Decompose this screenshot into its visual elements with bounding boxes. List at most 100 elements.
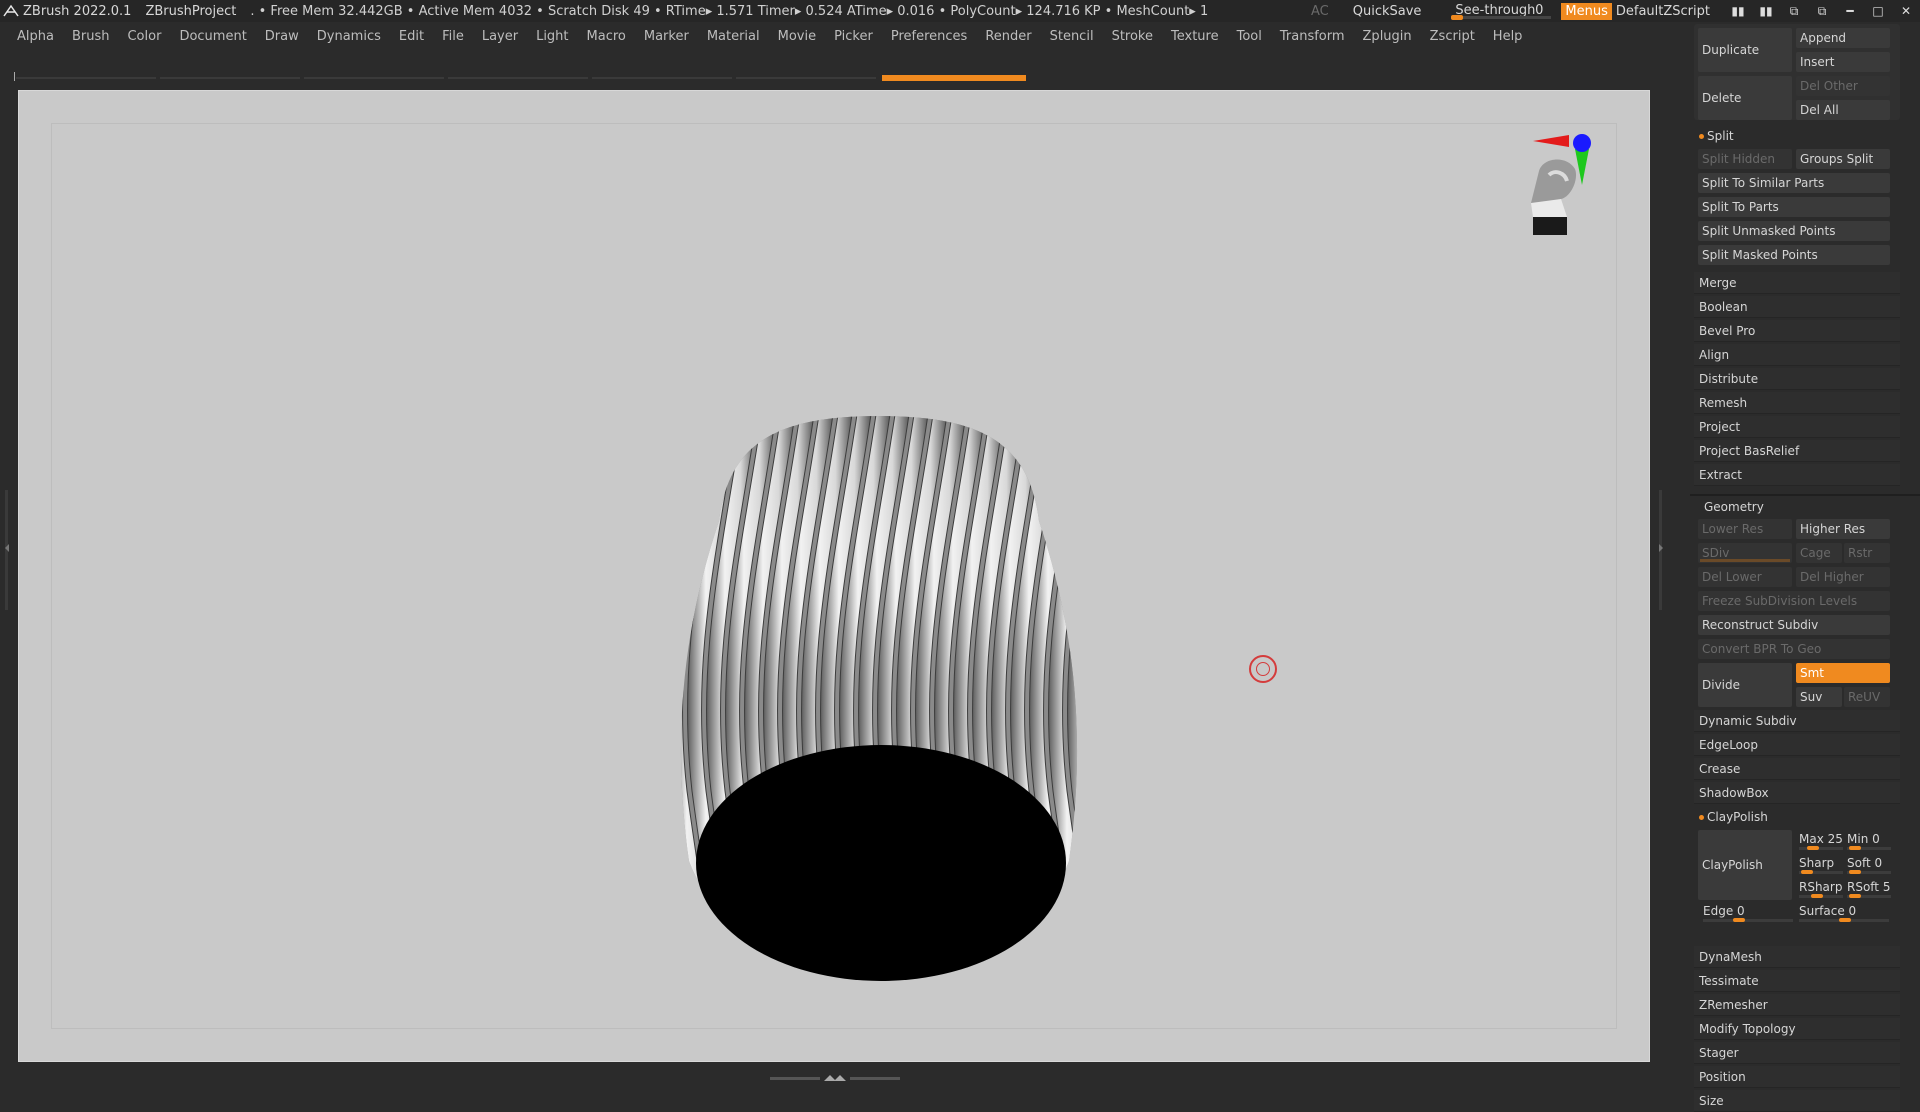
claypolish-header[interactable]: ClayPolish	[1694, 806, 1900, 828]
freeze-subdivision-button[interactable]: Freeze SubDivision Levels	[1698, 591, 1890, 611]
tessimate-item[interactable]: Tessimate	[1694, 970, 1900, 992]
menu-color[interactable]: Color	[127, 29, 161, 44]
ac-button[interactable]: AC	[1311, 4, 1329, 19]
menu-movie[interactable]: Movie	[778, 29, 816, 44]
menu-stroke[interactable]: Stroke	[1112, 29, 1153, 44]
reuv-toggle[interactable]: ReUV	[1844, 687, 1890, 707]
menu-zscript[interactable]: Zscript	[1430, 29, 1475, 44]
surface-slider[interactable]: Surface 0	[1799, 902, 1889, 922]
edge-slider[interactable]: Edge 0	[1703, 902, 1793, 922]
left-shelf-handle[interactable]	[4, 490, 10, 610]
bottom-tray-handle[interactable]	[770, 1071, 900, 1081]
menu-file[interactable]: File	[442, 29, 464, 44]
menu-document[interactable]: Document	[179, 29, 246, 44]
divide-button[interactable]: Divide	[1698, 663, 1792, 707]
windows-icon[interactable]: ⧉	[1784, 4, 1804, 18]
del-higher-button[interactable]: Del Higher	[1796, 567, 1890, 587]
layout-left-icon[interactable]: ▮▮	[1728, 4, 1748, 18]
menu-draw[interactable]: Draw	[265, 29, 299, 44]
split-header[interactable]: Split	[1694, 125, 1900, 147]
menu-light[interactable]: Light	[536, 29, 568, 44]
menu-preferences[interactable]: Preferences	[891, 29, 967, 44]
zremesher-item[interactable]: ZRemesher	[1694, 994, 1900, 1016]
layout-right-icon[interactable]: ▮▮	[1756, 4, 1776, 18]
active-tab-indicator[interactable]	[882, 75, 1026, 81]
maximize-icon[interactable]: □	[1868, 4, 1888, 18]
split-to-similar-parts-button[interactable]: Split To Similar Parts	[1698, 173, 1890, 193]
minimize-icon[interactable]: ━	[1840, 4, 1860, 18]
sharp-slider[interactable]: Sharp	[1799, 854, 1843, 874]
menu-dynamics[interactable]: Dynamics	[317, 29, 381, 44]
remesh-item[interactable]: Remesh	[1694, 392, 1900, 414]
convert-bpr-button[interactable]: Convert BPR To Geo	[1698, 639, 1890, 659]
extract-item[interactable]: Extract	[1694, 464, 1900, 486]
stager-item[interactable]: Stager	[1694, 1042, 1900, 1064]
menus-toggle-button[interactable]: Menus	[1561, 2, 1612, 20]
right-shelf-handle[interactable]	[1658, 490, 1664, 610]
insert-button[interactable]: Insert	[1796, 52, 1890, 72]
soft-slider[interactable]: Soft 0	[1847, 854, 1891, 874]
restore-icon[interactable]: ⧉	[1812, 4, 1832, 18]
split-to-parts-button[interactable]: Split To Parts	[1698, 197, 1890, 217]
merge-item[interactable]: Merge	[1694, 272, 1900, 294]
viewport-canvas[interactable]	[18, 90, 1650, 1062]
menu-picker[interactable]: Picker	[834, 29, 873, 44]
boolean-item[interactable]: Boolean	[1694, 296, 1900, 318]
split-hidden-button[interactable]: Split Hidden	[1698, 149, 1792, 169]
distribute-item[interactable]: Distribute	[1694, 368, 1900, 390]
modify-topology-item[interactable]: Modify Topology	[1694, 1018, 1900, 1040]
geometry-header[interactable]: Geometry	[1694, 496, 1900, 518]
dynamesh-item[interactable]: DynaMesh	[1694, 946, 1900, 968]
menu-layer[interactable]: Layer	[482, 29, 518, 44]
menu-stencil[interactable]: Stencil	[1050, 29, 1094, 44]
min-slider[interactable]: Min 0	[1847, 830, 1891, 850]
max-slider[interactable]: Max 25	[1799, 830, 1843, 850]
sdiv-slider[interactable]: SDiv	[1698, 543, 1792, 563]
size-item[interactable]: Size	[1694, 1090, 1900, 1112]
append-button[interactable]: Append	[1796, 28, 1890, 48]
menu-transform[interactable]: Transform	[1280, 29, 1345, 44]
reconstruct-subdiv-button[interactable]: Reconstruct Subdiv	[1698, 615, 1890, 635]
menu-marker[interactable]: Marker	[644, 29, 689, 44]
position-item[interactable]: Position	[1694, 1066, 1900, 1088]
lower-res-button[interactable]: Lower Res	[1698, 519, 1792, 539]
menu-render[interactable]: Render	[985, 29, 1031, 44]
crease-item[interactable]: Crease	[1694, 758, 1900, 780]
del-lower-button[interactable]: Del Lower	[1698, 567, 1792, 587]
dynamic-subdiv-item[interactable]: Dynamic Subdiv	[1694, 710, 1900, 732]
higher-res-button[interactable]: Higher Res	[1796, 519, 1890, 539]
project-basrelief-item[interactable]: Project BasRelief	[1694, 440, 1900, 462]
rstr-button[interactable]: Rstr	[1844, 543, 1890, 563]
menu-macro[interactable]: Macro	[587, 29, 626, 44]
claypolish-button[interactable]: ClayPolish	[1698, 830, 1792, 900]
edgeloop-item[interactable]: EdgeLoop	[1694, 734, 1900, 756]
menu-brush[interactable]: Brush	[72, 29, 110, 44]
project-item[interactable]: Project	[1694, 416, 1900, 438]
shadowbox-item[interactable]: ShadowBox	[1694, 782, 1900, 804]
menu-tool[interactable]: Tool	[1237, 29, 1262, 44]
rsoft-slider[interactable]: RSoft 5	[1847, 878, 1891, 898]
del-other-button[interactable]: Del Other	[1796, 76, 1890, 96]
menu-zplugin[interactable]: Zplugin	[1363, 29, 1412, 44]
menu-material[interactable]: Material	[707, 29, 760, 44]
close-icon[interactable]: ✕	[1896, 4, 1916, 18]
split-unmasked-points-button[interactable]: Split Unmasked Points	[1698, 221, 1890, 241]
default-zscript-button[interactable]: DefaultZScript	[1616, 4, 1710, 19]
delete-button[interactable]: Delete	[1698, 76, 1792, 120]
cage-button[interactable]: Cage	[1796, 543, 1842, 563]
see-through-knob[interactable]	[1451, 15, 1464, 20]
bevel-pro-item[interactable]: Bevel Pro	[1694, 320, 1900, 342]
quicksave-button[interactable]: QuickSave	[1353, 4, 1422, 19]
groups-split-button[interactable]: Groups Split	[1796, 149, 1890, 169]
menu-alpha[interactable]: Alpha	[17, 29, 54, 44]
smt-toggle[interactable]: Smt	[1796, 663, 1890, 683]
del-all-button[interactable]: Del All	[1796, 100, 1890, 120]
menu-texture[interactable]: Texture	[1171, 29, 1219, 44]
suv-toggle[interactable]: Suv	[1796, 687, 1842, 707]
split-masked-points-button[interactable]: Split Masked Points	[1698, 245, 1890, 265]
align-item[interactable]: Align	[1694, 344, 1900, 366]
rsharp-slider[interactable]: RSharp	[1799, 878, 1843, 898]
see-through-slider[interactable]: See-through 0	[1449, 2, 1553, 20]
vase-model[interactable]	[599, 321, 1159, 1001]
menu-help[interactable]: Help	[1493, 29, 1523, 44]
